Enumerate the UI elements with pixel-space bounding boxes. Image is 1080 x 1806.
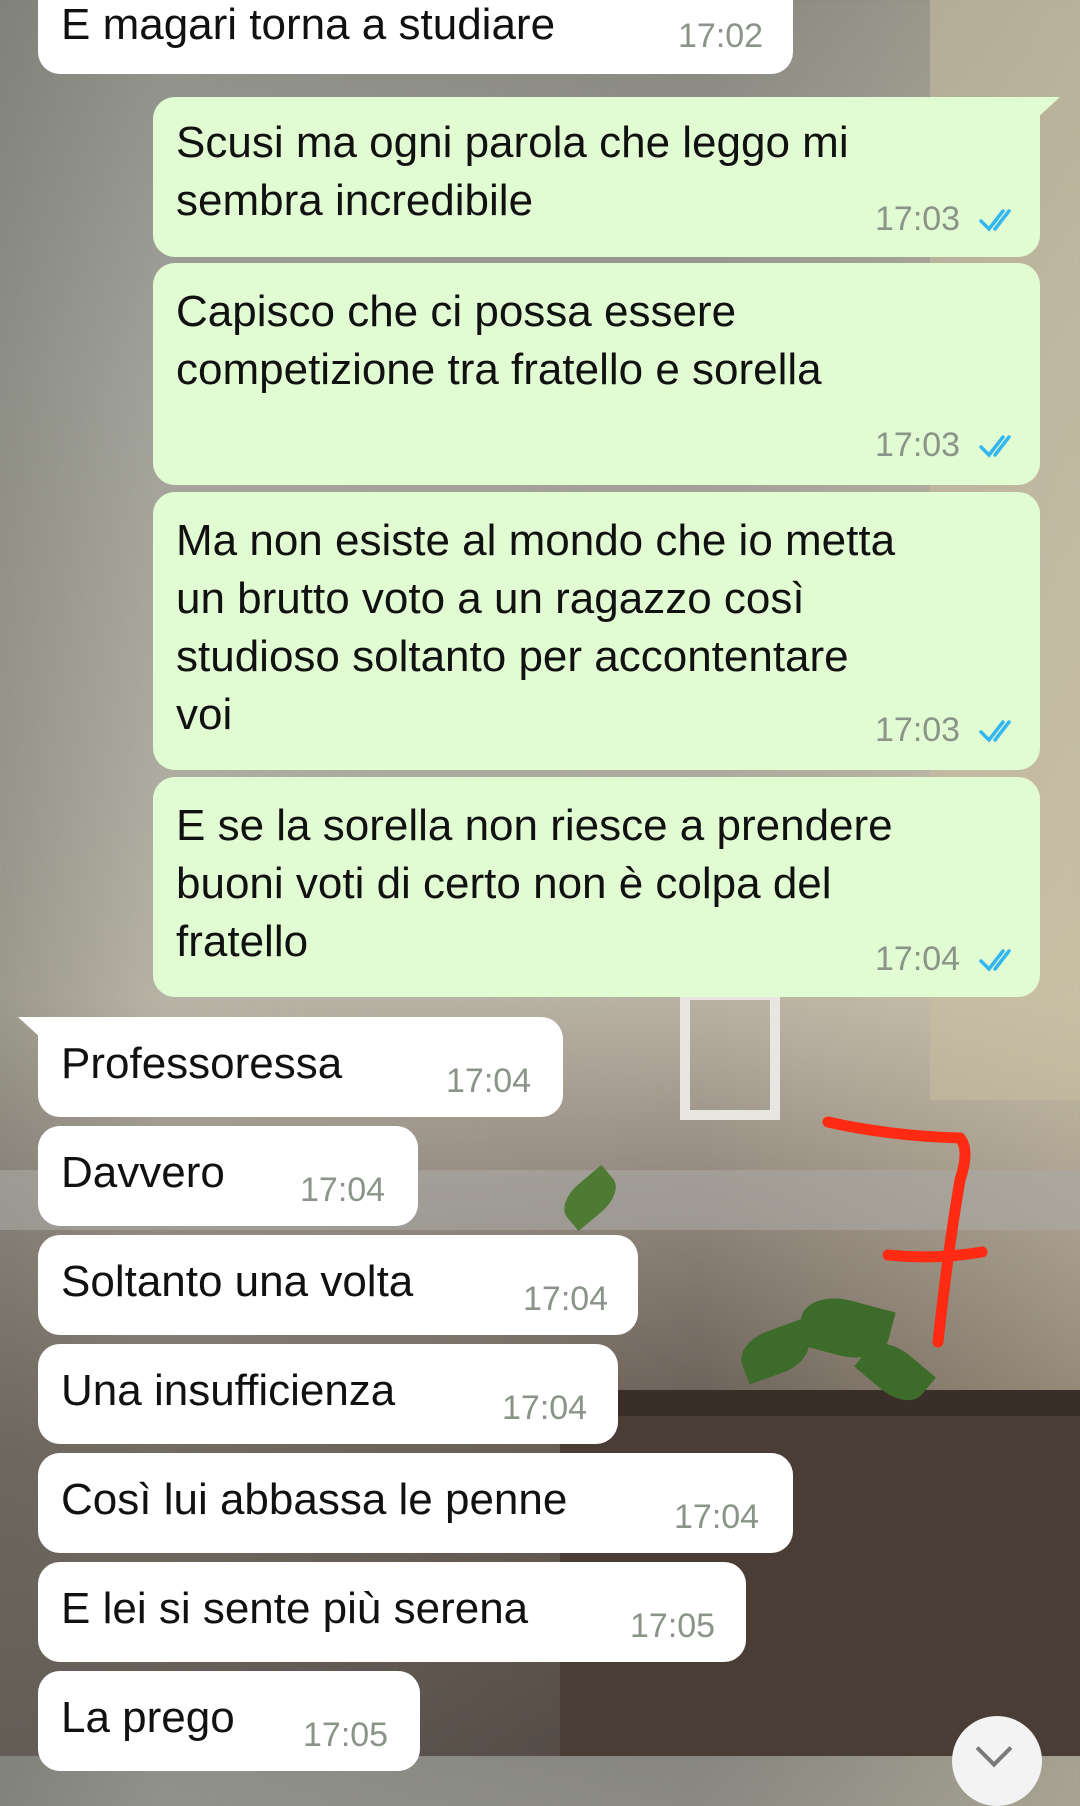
scroll-to-bottom-button[interactable] [952,1716,1042,1806]
message-bubble-incoming[interactable]: Così lui abbassa le penne 17:04 [38,1453,793,1553]
message-text: Davvero [61,1148,225,1197]
message-text: Così lui abbassa le penne [61,1475,568,1524]
message-text: Una insufficienza [61,1366,396,1415]
message-bubble-incoming[interactable]: E lei si sente più serena 17:05 [38,1562,746,1662]
message-time: 17:03 [875,711,961,749]
message-bubble-outgoing[interactable]: Scusi ma ogni parola che leggo mi sembra… [153,97,1040,257]
double-check-icon [979,949,1011,972]
message-text: E magari torna a studiare [61,0,556,49]
double-check-icon [979,435,1011,458]
message-time: 17:04 [300,1171,386,1209]
message-time: 17:04 [674,1498,760,1536]
message-bubble-outgoing[interactable]: E se la sorella non riesce a prendere bu… [153,777,1040,997]
message-bubble-incoming[interactable]: La prego 17:05 [38,1671,420,1771]
message-time: 17:03 [875,426,961,464]
message-bubble-incoming[interactable]: E magari torna a studiare 17:02 [38,0,793,74]
chevron-down-icon [975,1730,1013,1768]
message-time: 17:02 [678,17,764,55]
bubble-tail [1036,97,1060,119]
message-text: Ma non esiste al mondo che io metta un b… [176,516,896,739]
red-annotation-seven-icon [822,1116,988,1348]
message-bubble-incoming[interactable]: Soltanto una volta 17:04 [38,1235,638,1335]
message-time: 17:04 [523,1280,609,1318]
message-text: Capisco che ci possa essere competizione… [176,287,822,394]
message-text: E se la sorella non riesce a prendere bu… [176,801,893,966]
message-bubble-incoming[interactable]: Professoressa 17:04 [38,1017,563,1117]
double-check-icon [979,720,1011,743]
message-time: 17:04 [875,940,961,978]
message-bubble-incoming[interactable]: Una insufficienza 17:04 [38,1344,618,1444]
message-text: Scusi ma ogni parola che leggo mi sembra… [176,118,849,225]
message-time: 17:04 [502,1389,588,1427]
message-bubble-outgoing[interactable]: Capisco che ci possa essere competizione… [153,263,1040,485]
message-time: 17:05 [303,1716,389,1754]
message-text: Professoressa [61,1039,343,1088]
message-text: La prego [61,1693,235,1742]
message-bubble-outgoing[interactable]: Ma non esiste al mondo che io metta un b… [153,492,1040,770]
message-bubble-incoming[interactable]: Davvero 17:04 [38,1126,418,1226]
message-time: 17:03 [875,200,961,238]
message-text: E lei si sente più serena [61,1584,529,1633]
message-text: Soltanto una volta [61,1257,414,1306]
message-time: 17:04 [446,1062,532,1100]
background-window [680,990,780,1120]
double-check-icon [979,209,1011,232]
message-time: 17:05 [630,1607,716,1645]
